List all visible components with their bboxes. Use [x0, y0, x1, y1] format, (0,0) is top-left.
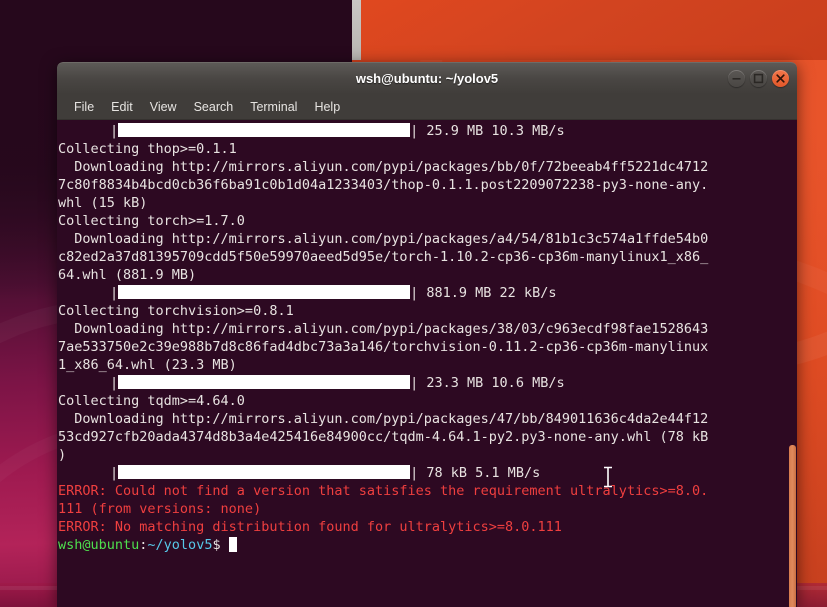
menu-help[interactable]: Help	[306, 97, 348, 117]
background-window-edge[interactable]	[352, 0, 361, 60]
terminal-line: Collecting torchvision>=0.8.1	[57, 302, 708, 320]
progress-stats: 23.3 MB 10.6 MB/s	[418, 375, 565, 391]
background-window[interactable]	[361, 0, 827, 60]
menu-edit[interactable]: Edit	[103, 97, 141, 117]
terminal-body[interactable]: | | 25.9 MB 10.3 MB/s Collecting thop>=0.1…	[57, 120, 797, 607]
terminal-line: 1_x86_64.whl (23.3 MB)	[57, 356, 708, 374]
prompt-symbol: $	[212, 537, 229, 553]
terminal-line: Collecting tqdm>=4.64.0	[57, 392, 708, 410]
terminal-prompt-line: wsh@ubuntu:~/yolov5$	[57, 536, 708, 554]
progress-bracket-left: |	[110, 285, 119, 301]
terminal-line: 7ae533750e2c39e988b7d8c86fad4dbc73a3a146…	[57, 338, 708, 356]
minimize-icon	[732, 78, 741, 80]
terminal-line: )	[57, 446, 708, 464]
progress-bracket-left: |	[110, 375, 119, 391]
terminal-text: Downloading http://mirrors.aliyun.com/py…	[58, 321, 709, 337]
menubar: File Edit View Search Terminal Help	[57, 94, 797, 120]
progress-bracket-left: |	[110, 465, 119, 481]
terminal-line: Downloading http://mirrors.aliyun.com/py…	[57, 158, 708, 176]
terminal-line: Collecting torch>=1.7.0	[57, 212, 708, 230]
menu-view[interactable]: View	[142, 97, 185, 117]
terminal-text: Downloading http://mirrors.aliyun.com/py…	[58, 231, 709, 247]
close-button[interactable]	[772, 70, 789, 87]
terminal-text: Collecting torch>=1.7.0	[58, 213, 245, 229]
menu-terminal[interactable]: Terminal	[242, 97, 305, 117]
terminal-window[interactable]: wsh@ubuntu: ~/yolov5 File Edit View Sear…	[57, 62, 797, 607]
terminal-line: Downloading http://mirrors.aliyun.com/py…	[57, 320, 708, 338]
terminal-line: whl (15 kB)	[57, 194, 708, 212]
terminal-text: 111 (from versions: none)	[58, 501, 262, 517]
maximize-button[interactable]	[750, 70, 767, 87]
terminal-line: c82ed2a37d81395709cdd5f50e59970aeed5d95e…	[57, 248, 708, 266]
terminal-line: 111 (from versions: none)	[57, 500, 708, 518]
terminal-text: Collecting torchvision>=0.8.1	[58, 303, 294, 319]
terminal-text: 7c80f8834b4bcd0cb36f6ba91c0b1d04a1233403…	[58, 177, 709, 193]
terminal-text: Collecting thop>=0.1.1	[58, 141, 237, 157]
terminal-line: 53cd927cfb20ada4374d8b3a4e425416e84900cc…	[57, 428, 708, 446]
terminal-text: )	[58, 447, 67, 463]
progress-bar-fill	[118, 465, 411, 479]
window-controls	[728, 70, 789, 87]
terminal-text: Downloading http://mirrors.aliyun.com/py…	[58, 411, 709, 427]
terminal-scrollbar-thumb[interactable]	[789, 445, 796, 607]
terminal-text: Downloading http://mirrors.aliyun.com/py…	[58, 159, 709, 175]
progress-bar-fill	[118, 285, 411, 299]
menu-file[interactable]: File	[66, 97, 102, 117]
progress-stats: 881.9 MB 22 kB/s	[418, 285, 557, 301]
terminal-text: whl (15 kB)	[58, 195, 148, 211]
terminal-line: ERROR: Could not find a version that sat…	[57, 482, 708, 500]
terminal-text: 7ae533750e2c39e988b7d8c86fad4dbc73a3a146…	[58, 339, 709, 355]
terminal-line: Collecting thop>=0.1.1	[57, 140, 708, 158]
terminal-text: ERROR: No matching distribution found fo…	[58, 519, 562, 535]
terminal-line: 64.whl (881.9 MB)	[57, 266, 708, 284]
window-title: wsh@ubuntu: ~/yolov5	[355, 71, 499, 86]
progress-bar-fill	[118, 375, 411, 389]
window-titlebar[interactable]: wsh@ubuntu: ~/yolov5	[57, 62, 797, 94]
terminal-line: | | 25.9 MB 10.3 MB/s	[57, 122, 708, 140]
progress-bar-fill	[118, 123, 411, 137]
terminal-line: ERROR: No matching distribution found fo…	[57, 518, 708, 536]
maximize-icon	[753, 73, 764, 84]
menu-search[interactable]: Search	[186, 97, 242, 117]
terminal-line: Downloading http://mirrors.aliyun.com/py…	[57, 230, 708, 248]
terminal-line: 7c80f8834b4bcd0cb36f6ba91c0b1d04a1233403…	[57, 176, 708, 194]
progress-stats: 25.9 MB 10.3 MB/s	[418, 123, 565, 139]
terminal-line: | | 78 kB 5.1 MB/s	[57, 464, 708, 482]
terminal-text: c82ed2a37d81395709cdd5f50e59970aeed5d95e…	[58, 249, 709, 265]
terminal-text: Collecting tqdm>=4.64.0	[58, 393, 245, 409]
prompt-path: ~/yolov5	[147, 537, 213, 553]
terminal-line: Downloading http://mirrors.aliyun.com/py…	[57, 410, 708, 428]
terminal-line: | | 23.3 MB 10.6 MB/s	[57, 374, 708, 392]
prompt-user-host: wsh@ubuntu	[58, 537, 140, 553]
terminal-text: 1_x86_64.whl (23.3 MB)	[58, 357, 237, 373]
close-icon	[776, 74, 785, 83]
terminal-text: ERROR: Could not find a version that sat…	[58, 483, 709, 499]
terminal-line: | | 881.9 MB 22 kB/s	[57, 284, 708, 302]
terminal-text: 53cd927cfb20ada4374d8b3a4e425416e84900cc…	[58, 429, 709, 445]
terminal-cursor	[228, 537, 237, 552]
terminal-output[interactable]: | | 25.9 MB 10.3 MB/s Collecting thop>=0.1…	[57, 122, 708, 554]
progress-bracket-left: |	[110, 123, 119, 139]
terminal-text: 64.whl (881.9 MB)	[58, 267, 197, 283]
terminal-scrollbar[interactable]	[788, 120, 797, 607]
progress-stats: 78 kB 5.1 MB/s	[418, 465, 541, 481]
minimize-button[interactable]	[728, 70, 745, 87]
